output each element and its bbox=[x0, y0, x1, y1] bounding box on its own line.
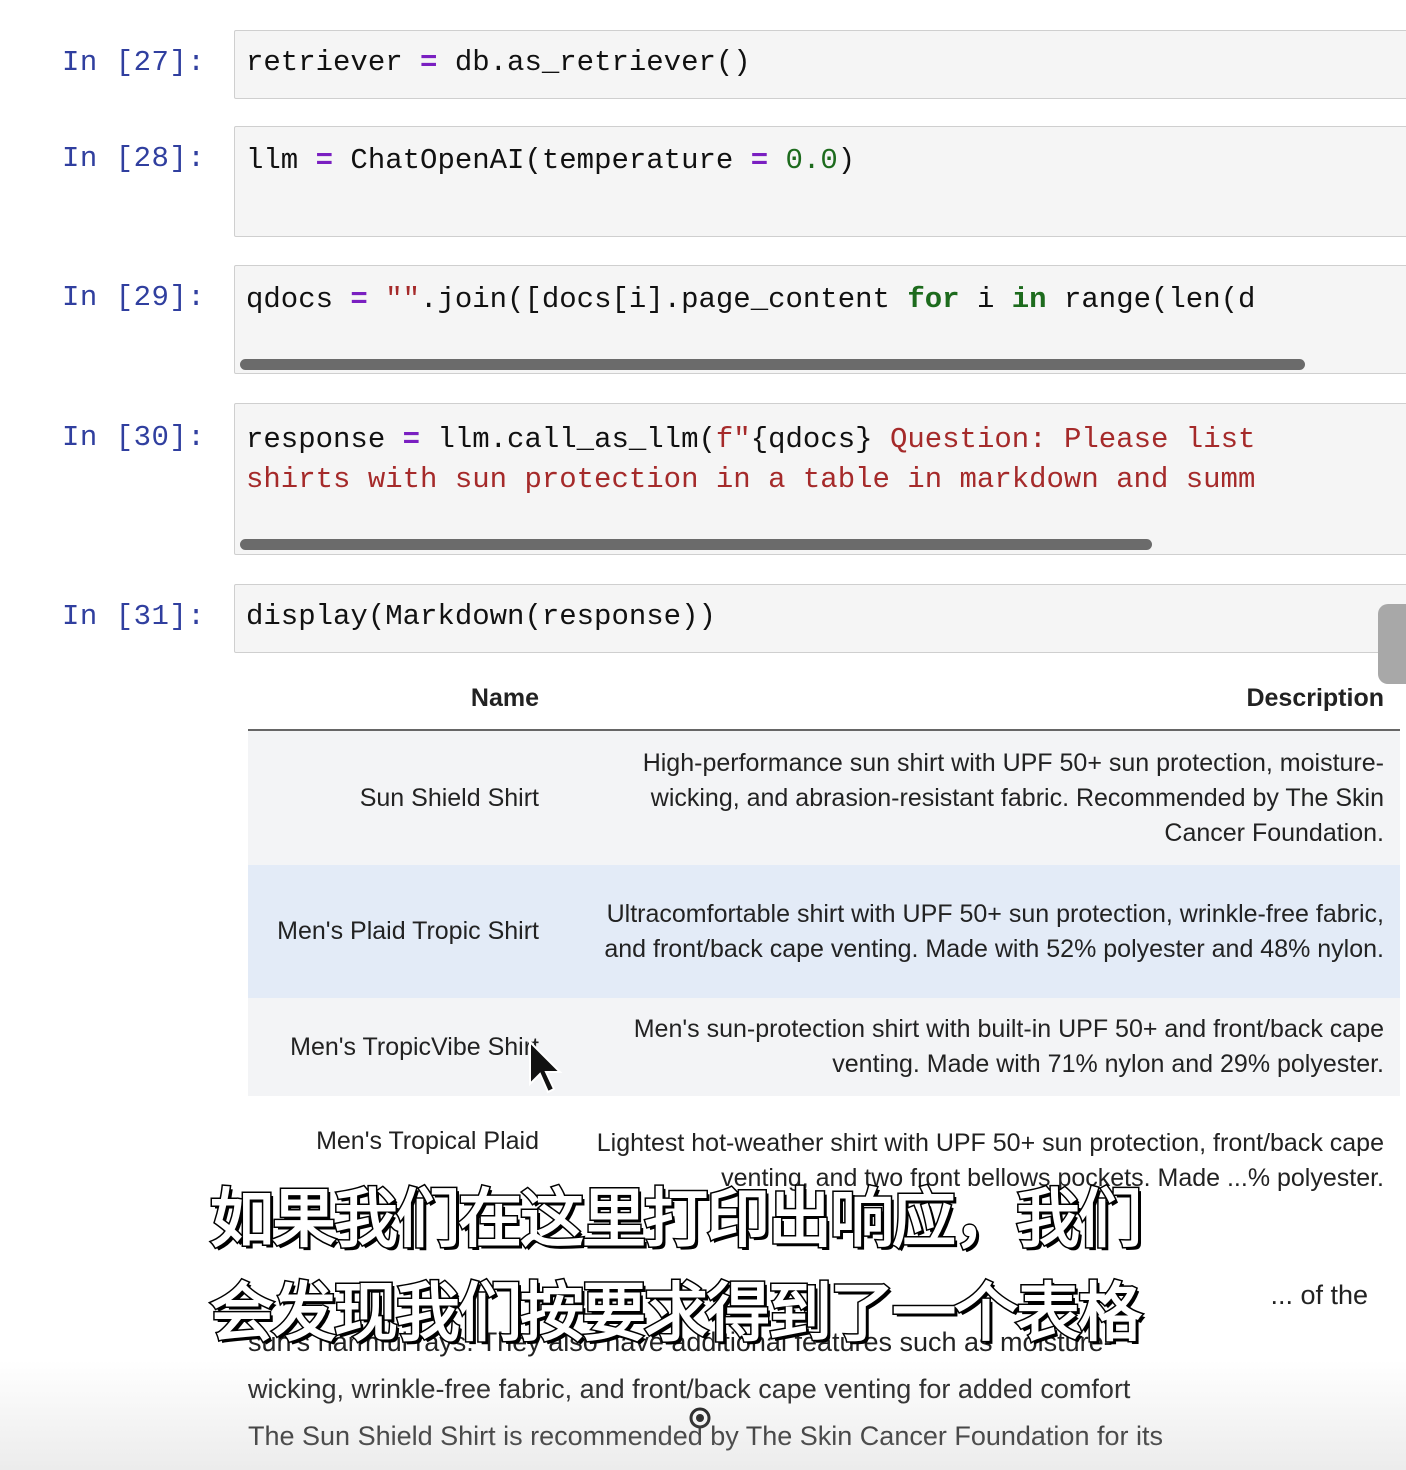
cell-prompt: In [30]: bbox=[62, 421, 206, 454]
code-token: db.as_retriever() bbox=[437, 46, 751, 79]
code-cell-30: In [30]: response = llm.call_as_llm(f"{q… bbox=[0, 403, 1406, 556]
video-subtitle-line-1: 如果我们在这里打印出响应，我们 bbox=[209, 1182, 1144, 1259]
cell-name: Men's TropicVibe Shirt bbox=[290, 1032, 539, 1061]
code-token: ) bbox=[837, 144, 856, 177]
code-operator: = bbox=[750, 144, 769, 177]
code-line: qdocs = "".join([docs[i].page_content fo… bbox=[246, 280, 1255, 320]
code-token: retriever bbox=[246, 46, 421, 79]
notebook: In [27]: retriever = db.as_retriever() I… bbox=[0, 0, 1406, 1470]
side-panel-tab[interactable] bbox=[1378, 604, 1406, 684]
table-row: Sun Shield Shirt High-performance sun sh… bbox=[248, 730, 1400, 865]
code-cell-28: In [28]: llm = ChatOpenAI(temperature = … bbox=[0, 126, 1406, 238]
code-input[interactable]: qdocs = "".join([docs[i].page_content fo… bbox=[234, 265, 1406, 374]
code-token: i bbox=[959, 283, 1012, 316]
video-subtitle-line-2: 会发现我们按要求得到了一个表格 bbox=[209, 1276, 1144, 1353]
code-cell-31: In [31]: display(Markdown(response)) bbox=[0, 584, 1406, 654]
code-line: response = llm.call_as_llm(f"{qdocs} Que… bbox=[246, 420, 1255, 460]
code-keyword: in bbox=[1011, 283, 1047, 316]
cell-description: High-performance sun shirt with UPF 50+ … bbox=[642, 748, 1384, 847]
cell-prompt: In [28]: bbox=[62, 142, 206, 175]
code-operator: = bbox=[350, 283, 368, 316]
code-input[interactable]: retriever = db.as_retriever() bbox=[234, 30, 1406, 99]
table-row: Men's TropicVibe Shirt Men's sun-protect… bbox=[248, 998, 1400, 1096]
code-token: llm.call_as_llm( bbox=[420, 423, 716, 456]
code-cell-27: In [27]: retriever = db.as_retriever() bbox=[0, 30, 1406, 100]
code-string: "" bbox=[367, 283, 421, 316]
code-input[interactable]: llm = ChatOpenAI(temperature = 0.0) bbox=[234, 126, 1406, 237]
horizontal-scrollbar[interactable] bbox=[240, 539, 1152, 550]
summary-line: The Sun Shield Shirt is recommended by T… bbox=[248, 1421, 1163, 1451]
column-header-description: Description bbox=[555, 672, 1400, 731]
code-line: retriever = db.as_retriever() bbox=[246, 43, 751, 83]
table-header-row: Name Description bbox=[248, 672, 1400, 731]
code-string: Question: Please list bbox=[872, 423, 1256, 456]
code-line: shirts with sun protection in a table in… bbox=[246, 463, 1256, 496]
code-operator: = bbox=[315, 144, 334, 177]
cell-name: Men's Plaid Tropic Shirt bbox=[277, 917, 539, 945]
cell-prompt: In [27]: bbox=[62, 46, 206, 79]
code-token: qdocs bbox=[246, 283, 351, 316]
code-operator: = bbox=[420, 46, 438, 79]
table-row: Men's Plaid Tropic Shirt Ultracomfortabl… bbox=[248, 865, 1400, 998]
code-cell-29: In [29]: qdocs = "".join([docs[i].page_c… bbox=[0, 265, 1406, 375]
code-operator: = bbox=[402, 423, 421, 456]
cell-prompt: In [31]: bbox=[62, 600, 206, 633]
column-header-name: Name bbox=[248, 672, 555, 731]
code-line: display(Markdown(response)) bbox=[246, 600, 716, 633]
code-token: .join([docs[i].page_content bbox=[420, 283, 908, 316]
code-token: range(len(d bbox=[1046, 283, 1256, 316]
mouse-pointer-icon bbox=[529, 1040, 563, 1094]
code-input[interactable]: display(Markdown(response)) bbox=[234, 584, 1406, 653]
cell-prompt: In [29]: bbox=[62, 281, 206, 314]
code-keyword: for bbox=[907, 283, 960, 316]
code-token: llm bbox=[246, 144, 316, 177]
code-input[interactable]: response = llm.call_as_llm(f"{qdocs} Que… bbox=[234, 403, 1406, 555]
target-cursor-icon bbox=[689, 1407, 711, 1429]
code-line: llm = ChatOpenAI(temperature = 0.0) bbox=[246, 141, 855, 181]
code-token: {qdocs} bbox=[750, 423, 873, 456]
code-token: ChatOpenAI(temperature bbox=[333, 144, 751, 177]
output-markdown-table: Name Description Sun Shield Shirt High-p… bbox=[248, 672, 1400, 1226]
horizontal-scrollbar[interactable] bbox=[240, 359, 1305, 370]
cell-description: Ultracomfortable shirt with UPF 50+ sun … bbox=[604, 899, 1384, 963]
code-number: 0.0 bbox=[768, 144, 838, 177]
code-string: f" bbox=[715, 423, 751, 456]
summary-line: wicking, wrinkle-free fabric, and front/… bbox=[248, 1374, 1131, 1404]
cell-description: Men's sun-protection shirt with built-in… bbox=[633, 1015, 1384, 1078]
code-token: response bbox=[246, 423, 403, 456]
cell-name: Sun Shield Shirt bbox=[359, 783, 539, 812]
